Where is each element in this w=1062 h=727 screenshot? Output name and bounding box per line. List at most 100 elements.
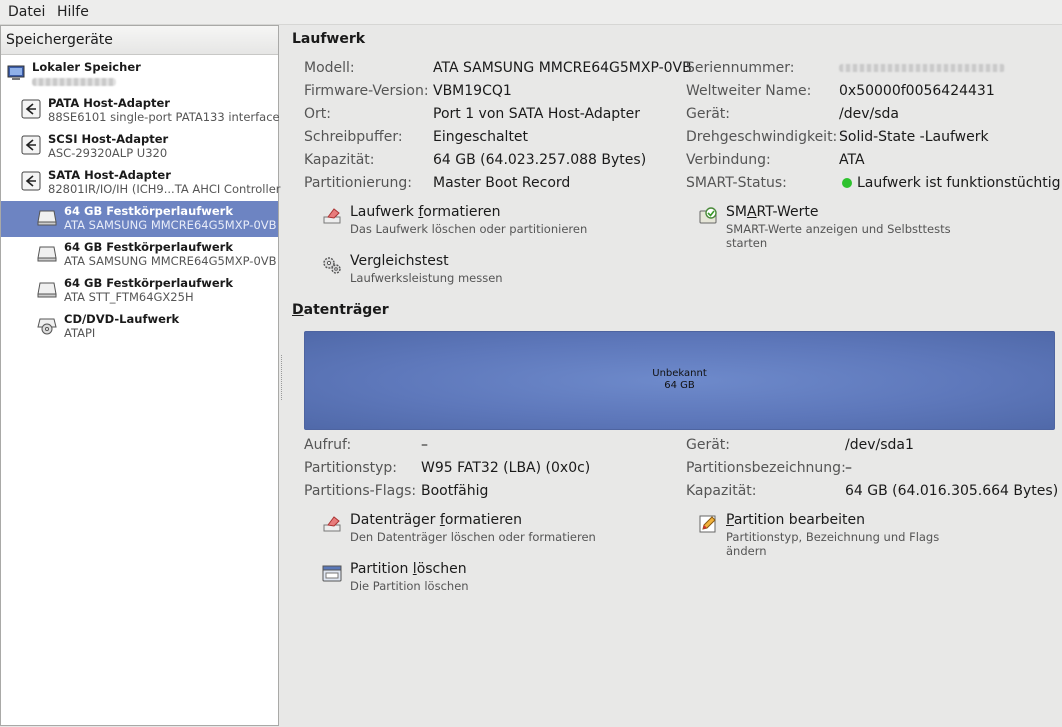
tree-item-subtitle: ASC-29320ALP U320 bbox=[48, 146, 168, 160]
mount-label: Aufruf: bbox=[304, 437, 352, 453]
tree-item-pata-adapter[interactable]: PATA Host-Adapter 88SE6101 single-port P… bbox=[1, 93, 280, 129]
partition-label-label: Partitionsbezeichnung: bbox=[686, 460, 846, 476]
tree-item-title: 64 GB Festkörperlaufwerk bbox=[64, 240, 233, 254]
partitioning-label: Partitionierung: bbox=[304, 175, 412, 191]
format-volume-button[interactable]: Datenträger formatieren Den Datenträger … bbox=[322, 512, 622, 546]
menu-bar: Datei Hilfe bbox=[0, 0, 1062, 25]
device-label: Gerät: bbox=[686, 106, 731, 122]
tree-item-scsi-adapter[interactable]: SCSI Host-Adapter ASC-29320ALP U320 bbox=[1, 129, 278, 165]
capacity-label: Kapazität: bbox=[304, 152, 375, 168]
volume-device-value: /dev/sda1 bbox=[845, 437, 914, 453]
tree-item-title: SATA Host-Adapter bbox=[48, 168, 171, 182]
format-drive-description: Das Laufwerk löschen oder partitionieren bbox=[350, 222, 588, 236]
edit-partition-title: Partition bearbeiten bbox=[726, 512, 866, 528]
drive-icon bbox=[37, 282, 57, 298]
tree-item-title: PATA Host-Adapter bbox=[48, 96, 170, 110]
device-value: /dev/sda bbox=[839, 106, 899, 122]
drive-icon bbox=[37, 210, 57, 226]
location-value: Port 1 von SATA Host-Adapter bbox=[433, 106, 641, 122]
tree-item-title: 64 GB Festkörperlaufwerk bbox=[64, 276, 233, 290]
serial-label: Seriennummer: bbox=[686, 60, 795, 76]
firmware-label: Firmware-Version: bbox=[304, 83, 429, 99]
rotation-label: Drehgeschwindigkeit: bbox=[686, 129, 838, 145]
partition-map-bar[interactable]: Unbekannt 64 GB bbox=[304, 331, 1055, 430]
drive-icon bbox=[37, 246, 57, 262]
tree-item-drive[interactable]: 64 GB Festkörperlaufwerk ATA STT_FTM64GX… bbox=[1, 273, 278, 309]
partition-type-value: W95 FAT32 (LBA) (0x0c) bbox=[421, 460, 591, 476]
tree-item-drive-selected[interactable]: 64 GB Festkörperlaufwerk ATA SAMSUNG MMC… bbox=[1, 201, 278, 237]
firmware-value: VBM19CQ1 bbox=[433, 83, 512, 99]
wwn-label: Weltweiter Name: bbox=[686, 83, 812, 99]
benchmark-title: Vergleichstest bbox=[350, 253, 449, 269]
tree-item-subtitle: ATA STT_FTM64GX25H bbox=[64, 290, 194, 304]
format-volume-title: Datenträger formatieren bbox=[350, 512, 523, 528]
write-cache-value: Eingeschaltet bbox=[433, 129, 529, 145]
tree-item-title: Lokaler Speicher bbox=[32, 60, 141, 74]
volume-capacity-value: 64 GB (64.016.305.664 Bytes) bbox=[845, 483, 1059, 499]
smart-status-text: Laufwerk ist funktionstüchtig bbox=[857, 175, 1061, 191]
partition-type-label: Partitionstyp: bbox=[304, 460, 398, 476]
format-volume-description: Den Datenträger löschen oder formatieren bbox=[350, 530, 596, 544]
eraser-icon bbox=[323, 516, 341, 532]
tree-item-drive[interactable]: 64 GB Festkörperlaufwerk ATA SAMSUNG MMC… bbox=[1, 237, 278, 273]
status-ok-icon bbox=[842, 178, 852, 188]
smart-status-label: SMART-Status: bbox=[686, 175, 787, 191]
delete-partition-description: Die Partition löschen bbox=[350, 579, 469, 593]
drive-section-title: Laufwerk bbox=[292, 31, 366, 47]
optical-drive-icon bbox=[37, 318, 57, 335]
delete-partition-title: Partition löschen bbox=[350, 561, 467, 577]
eraser-icon bbox=[323, 208, 341, 224]
edit-partition-description: Partitionstyp, Bezeichnung und Flags ände… bbox=[726, 530, 940, 558]
volumes-section-title: Datenträger bbox=[292, 302, 389, 318]
partitioning-value: Master Boot Record bbox=[433, 175, 571, 191]
delete-partition-icon bbox=[322, 565, 342, 582]
tree-item-subtitle: 82801IR/IO/IH (ICH9...TA AHCI Controller bbox=[48, 182, 281, 196]
location-label: Ort: bbox=[304, 106, 331, 122]
mount-value: – bbox=[421, 437, 428, 453]
partition-size: 64 GB bbox=[664, 380, 695, 391]
gears-icon bbox=[323, 257, 341, 274]
format-drive-button[interactable]: Laufwerk formatieren Das Laufwerk lösche… bbox=[322, 204, 622, 238]
benchmark-button[interactable]: Vergleichstest Laufwerksleistung messen bbox=[322, 253, 622, 287]
partition-flags-value: Bootfähig bbox=[421, 483, 489, 499]
host-adapter-icon bbox=[21, 99, 41, 119]
write-cache-label: Schreibpuffer: bbox=[304, 129, 403, 145]
volume-capacity-label: Kapazität: bbox=[686, 483, 757, 499]
tree-item-subtitle: ATA SAMSUNG MMCRE64G5MXP-0VB bbox=[64, 218, 277, 232]
storage-devices-header[interactable]: Speichergeräte bbox=[1, 26, 278, 55]
menu-help[interactable]: Hilfe bbox=[57, 4, 89, 20]
tree-item-title: SCSI Host-Adapter bbox=[48, 132, 169, 146]
serial-redacted bbox=[839, 64, 1005, 72]
menu-file[interactable]: Datei bbox=[8, 4, 45, 20]
host-adapter-icon bbox=[21, 135, 41, 155]
smart-values-description: SMART-Werte anzeigen und Selbsttests star… bbox=[726, 222, 951, 250]
host-adapter-icon bbox=[21, 171, 41, 191]
smart-values-button[interactable]: SMART-Werte SMART-Werte anzeigen und Sel… bbox=[698, 204, 998, 250]
edit-icon bbox=[699, 515, 716, 533]
tree-item-optical-drive[interactable]: CD/DVD-Laufwerk ATAPI bbox=[1, 309, 278, 345]
partition-flags-label: Partitions-Flags: bbox=[304, 483, 417, 499]
storage-devices-panel: Speichergeräte Lokaler Speicher PATA Hos… bbox=[0, 25, 281, 726]
delete-partition-button[interactable]: Partition löschen Die Partition löschen bbox=[322, 561, 622, 595]
format-drive-title: Laufwerk formatieren bbox=[350, 204, 501, 220]
model-value: ATA SAMSUNG MMCRE64G5MXP-0VB bbox=[433, 60, 692, 76]
smart-values-title: SMART-Werte bbox=[726, 204, 819, 220]
tree-item-title: 64 GB Festkörperlaufwerk bbox=[64, 204, 233, 218]
model-label: Modell: bbox=[304, 60, 355, 76]
computer-icon bbox=[7, 65, 25, 80]
tree-item-sata-adapter[interactable]: SATA Host-Adapter 82801IR/IO/IH (ICH9...… bbox=[1, 165, 281, 201]
wwn-value: 0x50000f0056424431 bbox=[839, 83, 995, 99]
connection-label: Verbindung: bbox=[686, 152, 771, 168]
volume-device-label: Gerät: bbox=[686, 437, 731, 453]
connection-value: ATA bbox=[839, 152, 865, 168]
tree-item-subtitle: ATA SAMSUNG MMCRE64G5MXP-0VB bbox=[64, 254, 277, 268]
benchmark-description: Laufwerksleistung messen bbox=[350, 271, 503, 285]
edit-partition-button[interactable]: Partition bearbeiten Partitionstyp, Beze… bbox=[698, 512, 998, 558]
tree-item-title: CD/DVD-Laufwerk bbox=[64, 312, 180, 326]
smart-diagnostics-icon bbox=[699, 207, 717, 224]
tree-item-local-storage[interactable]: Lokaler Speicher bbox=[1, 57, 278, 93]
capacity-value: 64 GB (64.023.257.088 Bytes) bbox=[433, 152, 647, 168]
rotation-value: Solid-State -Laufwerk bbox=[839, 129, 989, 145]
pane-splitter[interactable] bbox=[281, 355, 284, 400]
partition-label-value: – bbox=[845, 460, 852, 476]
